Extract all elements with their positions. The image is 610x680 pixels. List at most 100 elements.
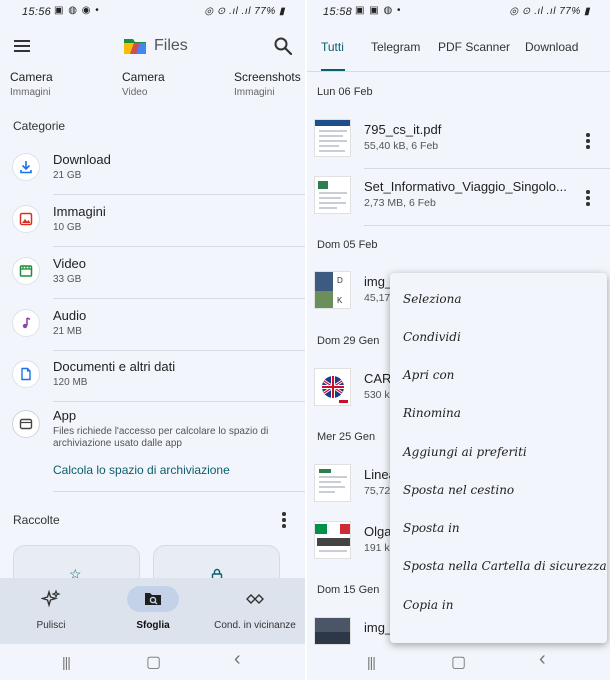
file-name: img_ xyxy=(364,620,393,635)
category-name: Documenti e altri dati xyxy=(53,359,176,374)
quick-access-sub: Immagini xyxy=(10,87,51,98)
document-icon xyxy=(12,360,40,388)
back-button[interactable]: ‹ xyxy=(234,648,241,671)
app-permission-description: Files richiede l'accesso per calcolare l… xyxy=(53,426,269,449)
quick-access-camera-video[interactable]: Camera Video xyxy=(122,70,165,98)
category-size: 33 GB xyxy=(53,274,82,285)
quick-access-sub: Immagini xyxy=(234,87,275,98)
date-header: Dom 29 Gen xyxy=(317,335,380,347)
file-thumbnail xyxy=(314,521,351,559)
file-meta: 45,17 xyxy=(364,292,391,304)
tab-pdf-scanner[interactable]: PDF Scanner xyxy=(438,40,510,54)
quick-access-camera-images[interactable]: Camera Immagini xyxy=(10,70,53,98)
date-header: Mer 25 Gen xyxy=(317,431,376,443)
file-more-icon[interactable] xyxy=(586,190,590,208)
file-context-menu: Seleziona Condividi Apri con Rinomina Ag… xyxy=(390,273,607,643)
file-item[interactable]: Set_Informativo_Viaggio_Singolo... 2,73 … xyxy=(307,170,610,226)
recents-button[interactable]: ||| xyxy=(367,654,376,670)
collections-heading: Raccolte xyxy=(13,513,60,527)
nearby-share-icon xyxy=(246,594,264,604)
files-logo-icon xyxy=(124,39,146,54)
tab-telegram[interactable]: Telegram xyxy=(371,40,420,54)
menu-item-select[interactable]: Seleziona xyxy=(403,292,462,306)
quick-access-label: Camera xyxy=(122,70,165,84)
menu-item-rename[interactable]: Rinomina xyxy=(403,406,461,420)
category-size: 10 GB xyxy=(53,222,82,233)
calculate-storage-link[interactable]: Calcola lo spazio di archiviazione xyxy=(53,463,230,477)
active-tab-indicator xyxy=(321,69,345,71)
file-thumbnail xyxy=(314,176,351,214)
category-name: App xyxy=(53,408,77,423)
file-meta: 55,40 kB, 6 Feb xyxy=(364,140,439,152)
file-name: img_ xyxy=(364,274,393,289)
category-images[interactable]: Immagini 10 GB xyxy=(0,195,305,247)
file-name: CAR xyxy=(364,371,392,386)
file-name: 795_cs_it.pdf xyxy=(364,122,442,137)
file-more-icon[interactable] xyxy=(586,133,590,151)
nav-label: Cond. in vicinanze xyxy=(214,620,296,631)
file-thumbnail xyxy=(314,464,351,502)
system-status-icons: ◎ ⊙ .ıl .ıl 77% ▮ xyxy=(509,6,590,17)
menu-item-copy-to[interactable]: Copia in xyxy=(403,598,453,612)
quick-access-label: Camera xyxy=(10,70,53,84)
status-time: 15:58 xyxy=(323,6,353,18)
file-item[interactable]: 795_cs_it.pdf 55,40 kB, 6 Feb xyxy=(307,113,610,169)
system-navigation-bar: ||| ▢ ‹ xyxy=(0,644,305,680)
nav-nearby-share[interactable]: Cond. in vicinanze xyxy=(210,586,300,631)
file-meta: 2,73 MB, 6 Feb xyxy=(364,197,436,209)
menu-item-move-to[interactable]: Sposta in xyxy=(403,521,460,535)
menu-item-move-to-trash[interactable]: Sposta nel cestino xyxy=(403,483,514,497)
menu-item-share[interactable]: Condividi xyxy=(403,330,461,344)
back-button[interactable]: ‹ xyxy=(539,648,546,671)
nav-clean[interactable]: Pulisci xyxy=(6,586,96,631)
quick-access-screenshots[interactable]: Screenshots Immagini xyxy=(234,70,301,98)
home-button[interactable]: ▢ xyxy=(451,652,466,672)
source-tabs: Tutti Telegram PDF Scanner Download xyxy=(307,26,610,72)
status-bar: 15:56 ▣ ◍ ◉ • ◎ ⊙ .ıl .ıl 77% ▮ xyxy=(0,0,305,26)
file-thumbnail xyxy=(314,119,351,157)
menu-item-open-with[interactable]: Apri con xyxy=(403,368,454,382)
category-audio[interactable]: Audio 21 MB xyxy=(0,299,305,351)
category-size: 21 GB xyxy=(53,170,82,181)
date-header: Lun 06 Feb xyxy=(317,86,373,98)
system-status-icons: ◎ ⊙ .ıl .ıl 77% ▮ xyxy=(204,6,285,17)
search-icon[interactable] xyxy=(273,36,293,56)
system-navigation-bar: ||| ▢ ‹ xyxy=(307,644,610,680)
category-video[interactable]: Video 33 GB xyxy=(0,247,305,299)
quick-access-label: Screenshots xyxy=(234,70,301,84)
category-name: Video xyxy=(53,256,87,271)
menu-item-add-favorites[interactable]: Aggiungi ai preferiti xyxy=(403,445,527,459)
nav-browse[interactable]: Sfoglia xyxy=(108,586,198,631)
notification-icons: ▣ ▣ ◍ • xyxy=(355,5,402,16)
files-browse-screen: 15:56 ▣ ◍ ◉ • ◎ ⊙ .ıl .ıl 77% ▮ Files Ca… xyxy=(0,0,305,680)
date-header: Dom 15 Gen xyxy=(317,584,380,596)
file-thumbnail: D K xyxy=(314,271,351,309)
category-size: 21 MB xyxy=(53,326,82,337)
bottom-navigation: Pulisci Sfoglia Cond. in vicinanze xyxy=(0,578,305,644)
image-icon xyxy=(12,205,40,233)
collections-more-icon[interactable] xyxy=(282,512,286,530)
app-bar: Files xyxy=(0,26,305,70)
tab-all[interactable]: Tutti xyxy=(321,40,344,54)
category-download[interactable]: Download 21 GB xyxy=(0,143,305,195)
category-size: 120 MB xyxy=(53,377,88,388)
date-header: Dom 05 Feb xyxy=(317,239,378,251)
nav-label: Pulisci xyxy=(36,620,66,631)
quick-access-sub: Video xyxy=(122,87,148,98)
quick-access-row: Camera Immagini Camera Video Screenshots… xyxy=(0,70,305,106)
recents-button[interactable]: ||| xyxy=(62,654,71,670)
status-time: 15:56 xyxy=(22,6,52,18)
home-button[interactable]: ▢ xyxy=(146,652,161,672)
nav-label: Sfoglia xyxy=(136,620,170,631)
status-bar: 15:58 ▣ ▣ ◍ • ◎ ⊙ .ıl .ıl 77% ▮ xyxy=(307,0,610,26)
category-documents[interactable]: Documenti e altri dati 120 MB xyxy=(0,350,305,402)
sparkle-icon xyxy=(41,589,61,608)
menu-item-move-to-safe-folder[interactable]: Sposta nella Cartella di sicurezza xyxy=(403,559,607,573)
menu-icon[interactable] xyxy=(14,40,30,52)
tab-download[interactable]: Download xyxy=(525,40,578,54)
categories-heading: Categorie xyxy=(13,119,66,133)
file-name: Olga xyxy=(364,524,392,539)
file-name: Set_Informativo_Viaggio_Singolo... xyxy=(364,179,567,194)
file-meta: 530 k xyxy=(364,389,390,401)
app-icon xyxy=(12,410,40,438)
